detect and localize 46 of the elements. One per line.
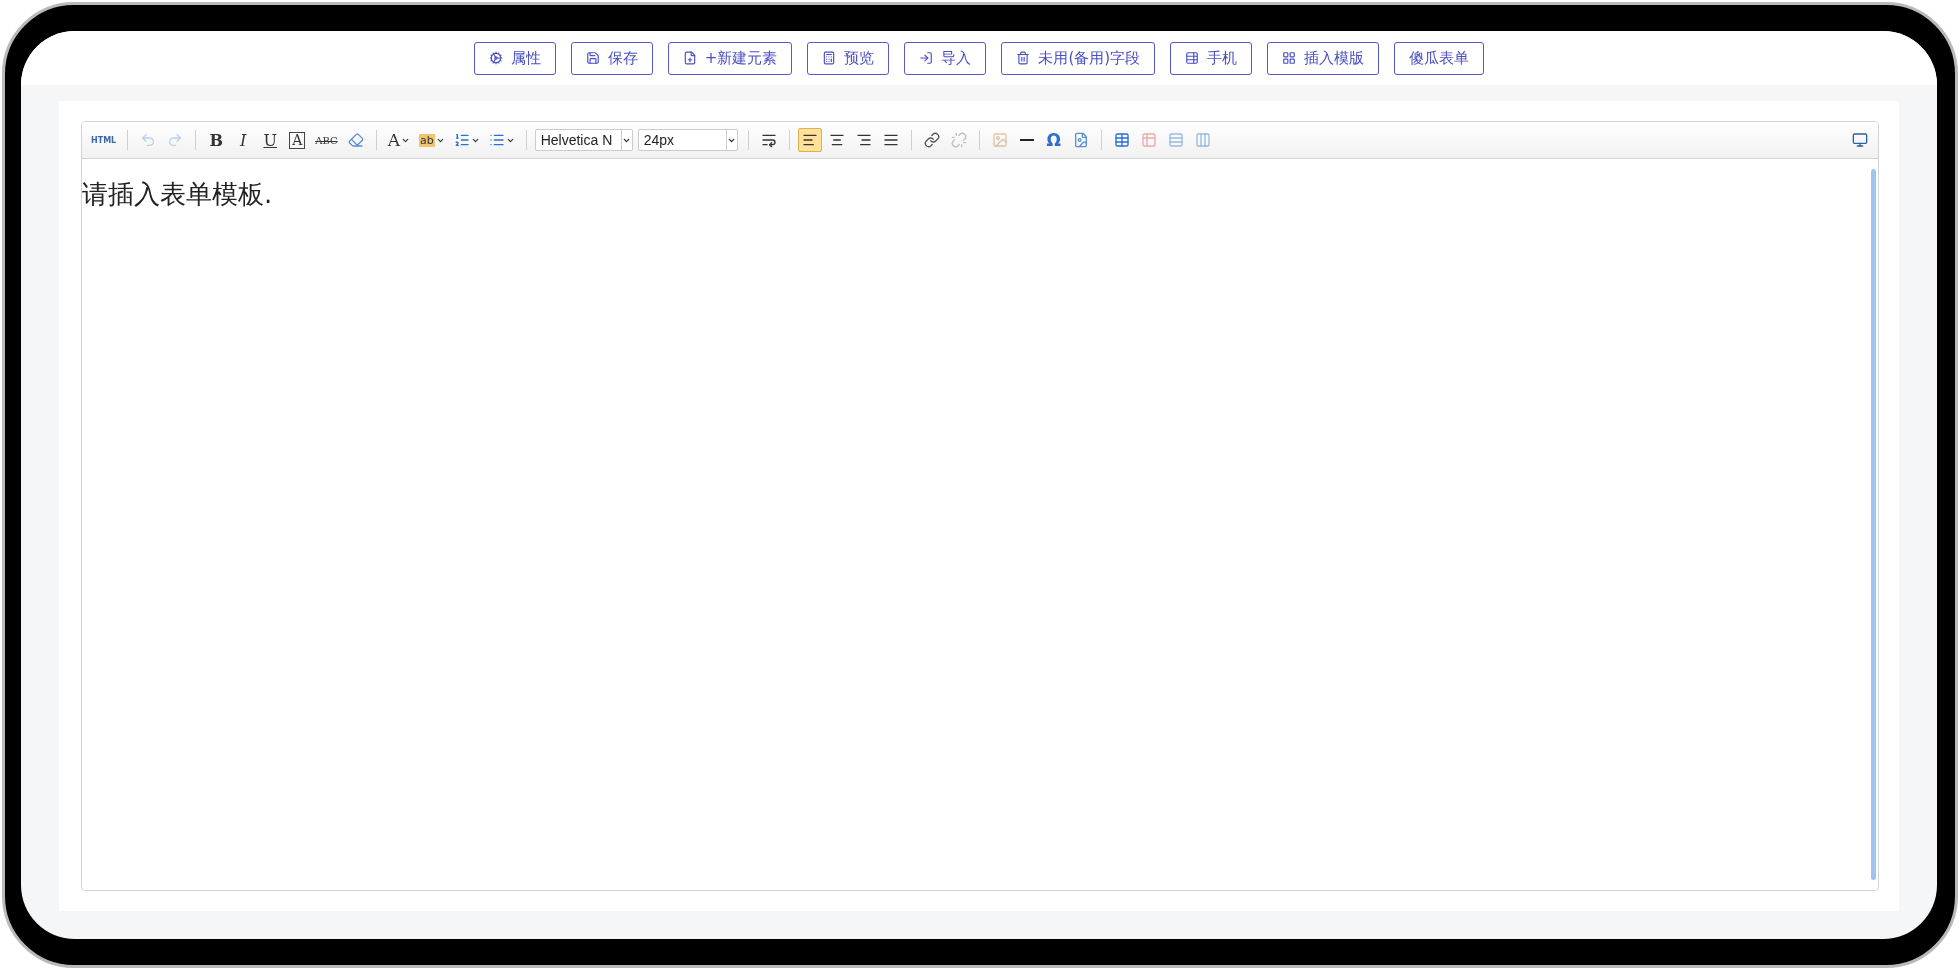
toolbar-button[interactable]: 手机 — [1170, 41, 1253, 75]
justify-icon — [882, 132, 899, 148]
editor-text: 请插入表单模板. — [82, 178, 274, 211]
toolbar-button[interactable]: 属性 — [473, 41, 556, 75]
toolbar-button[interactable]: 保存 — [570, 41, 653, 75]
image-icon — [991, 132, 1008, 148]
toolbar-button[interactable]: +新建元素 — [667, 41, 793, 75]
toolbar-button[interactable]: ab — [415, 128, 448, 152]
toolbar-button[interactable]: 插入模版 — [1267, 41, 1380, 75]
calculator-icon — [822, 51, 837, 65]
redo-icon — [167, 132, 184, 148]
table-icon — [1113, 132, 1130, 148]
toolbar-button[interactable]: B — [204, 128, 229, 152]
toolbar-button[interactable]: HTML — [88, 128, 120, 152]
toolbar-button[interactable]: ABC — [312, 128, 341, 152]
file-plus-icon — [682, 51, 697, 65]
table-columns-icon — [1194, 132, 1211, 148]
document-image-icon — [1072, 132, 1089, 148]
toolbar-button[interactable]: 傻瓜表单 — [1394, 41, 1485, 75]
unlink-icon — [950, 132, 967, 148]
table-rows-icon — [1167, 132, 1184, 148]
sign-in-icon — [919, 51, 934, 65]
align-left-icon — [801, 132, 818, 148]
save-icon — [585, 51, 600, 65]
toolbar-button[interactable]: 未用(备用)字段 — [1001, 41, 1156, 75]
dropdown-field[interactable]: Helvetica N — [534, 129, 633, 151]
toolbar-button[interactable]: I — [231, 128, 256, 152]
toolbar-button[interactable]: U — [258, 128, 283, 152]
toolbar-button[interactable]: 预览 — [807, 41, 890, 75]
toolbar-button[interactable]: 导入 — [904, 41, 987, 75]
dropdown-field[interactable]: 24px — [637, 129, 738, 151]
horizontal-rule-icon — [1019, 139, 1034, 141]
link-icon — [923, 132, 940, 148]
align-center-icon — [828, 132, 845, 148]
grid-icon — [1282, 51, 1297, 65]
table-icon — [1185, 51, 1200, 65]
toolbar-button[interactable]: Ω — [1041, 128, 1066, 152]
numbered-list-icon — [453, 132, 470, 148]
undo-icon — [140, 132, 157, 148]
toolbar-button[interactable]: A — [384, 128, 413, 152]
eraser-icon — [347, 132, 364, 148]
monitor-icon — [1852, 132, 1868, 148]
align-left-button[interactable] — [797, 128, 822, 152]
bullet-list-icon — [488, 132, 505, 148]
trash-icon — [1016, 51, 1031, 65]
align-right-icon — [855, 132, 872, 148]
